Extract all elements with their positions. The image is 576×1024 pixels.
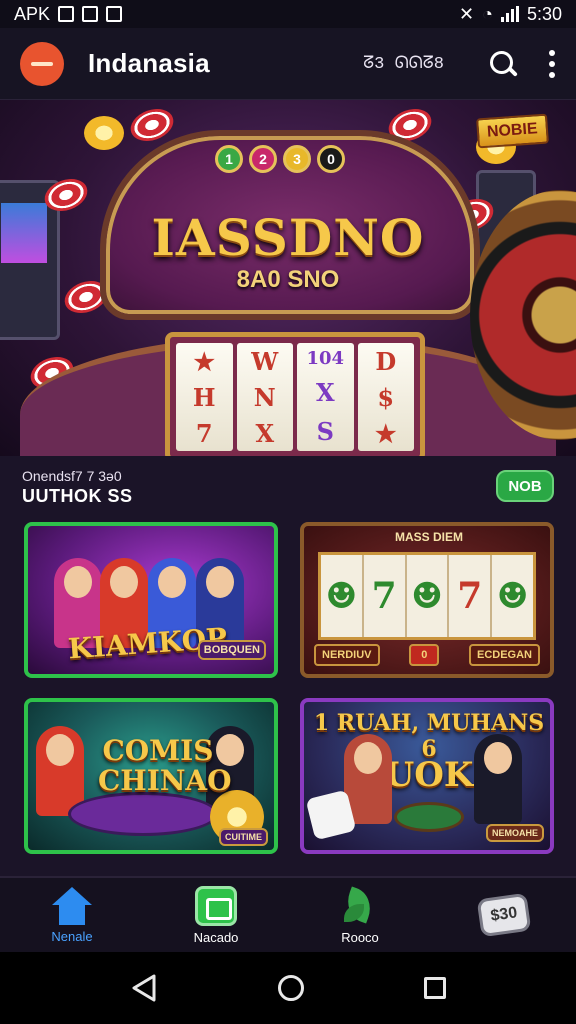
card-title: COMIS CHINAO (98, 734, 232, 797)
status-apk-text: APK (14, 3, 51, 24)
reel-symbol: $ (377, 382, 395, 412)
sign-dot: 2 (249, 145, 277, 173)
slot-reel: D $ ★ (357, 343, 414, 451)
game-table (68, 792, 218, 836)
search-icon[interactable] (488, 49, 518, 79)
reel-symbol: H (192, 382, 216, 412)
reel-symbol: 7 (449, 555, 493, 637)
reel-figure: ☻ (407, 555, 450, 637)
wifi-icon: ◔ (482, 3, 493, 24)
app-title: Indanasia (88, 48, 210, 78)
recent-apps-icon[interactable] (424, 977, 446, 999)
app-code-text: ᘔ3 ᘏᘏᘔ8 (363, 54, 444, 74)
card-badge: CUITIME (219, 828, 268, 846)
notification-image-icon (58, 6, 75, 22)
card-badge: BOBQUEN (197, 640, 266, 660)
status-bar-left: APK (14, 3, 123, 25)
status-bar-right: ✕ ◔ 5:30 (459, 4, 562, 25)
card-badge: NEMOAHE (485, 824, 544, 842)
slot-reel: ★ H 7 (176, 343, 233, 451)
nav-label: Nacado (193, 929, 239, 945)
hero-title: IASSDNO (151, 208, 425, 267)
status-bar: APK ✕ ◔ 5:30 (0, 0, 576, 28)
slot-reel: W N X (236, 343, 293, 451)
signal-icon (500, 6, 519, 22)
nav-item-home[interactable]: Nenale (0, 878, 144, 952)
card-buttons: NERDIUV 0 ECDEGAN (314, 644, 540, 666)
nav-label: Rooco (341, 929, 379, 945)
status-time: 5:30 (526, 3, 562, 24)
sign-dot: 1 (215, 145, 243, 173)
game-table (394, 802, 464, 832)
hero-banner[interactable]: 1 2 3 0 IASSDNO 8A0 SNO ★ H 7 W N X 104 … (0, 100, 576, 456)
game-card[interactable]: COMIS CHINAO CUITIME (24, 698, 278, 854)
card-title-line: CHINAO (98, 764, 232, 797)
app-bar: Indanasia ᘔ3 ᘏᘏᘔ8 (0, 28, 576, 100)
game-card[interactable]: 1 RUAH, MUHANS 6 UOK NEMOAHE (300, 698, 554, 854)
reel-symbol: D (375, 346, 397, 376)
reel-symbol: 104 (306, 347, 345, 369)
reel-symbol: ★ (193, 346, 215, 376)
gold-coin-icon (84, 116, 124, 150)
slot-reel: 104 X S (297, 343, 354, 451)
hero-subtitle: 8A0 SNO (236, 266, 340, 293)
reel-figure: ☻ (496, 575, 529, 617)
reel-symbol: N (253, 382, 276, 412)
tab-icon (195, 885, 237, 926)
card-title-line: COMIS (102, 734, 214, 767)
card-banner: MASS DIEM (394, 530, 463, 544)
reel-symbol: ★ (374, 418, 397, 448)
hero-badge: NOBIE (476, 113, 549, 149)
reel-figure: ☻ (321, 555, 364, 637)
notification-alert-icon (106, 6, 123, 22)
section-label: Onendsf7 7 3ə0 (22, 468, 122, 484)
game-card[interactable]: KIAMKOP BOBQUEN (24, 522, 278, 678)
card-button-mid[interactable]: 0 (409, 644, 440, 666)
reel-symbol: 7 (195, 418, 213, 448)
bottom-navigation: Nenale Nacado Rooco $30 (0, 876, 576, 952)
home-icon (52, 886, 92, 925)
leaf-icon (340, 886, 380, 926)
system-navigation-bar (0, 952, 576, 1024)
reel-symbol: W (251, 346, 279, 376)
back-icon[interactable] (130, 973, 158, 1003)
sign-dot: 0 (317, 145, 345, 173)
nav-item-tab[interactable]: Nacado (144, 878, 288, 952)
slot-reels: ★ H 7 W N X 104 X S D $ ★ (165, 332, 425, 456)
screen: APK ✕ ◔ 5:30 Indanasia ᘔ3 ᘏᘏᘔ8 1 2 3 0 I… (0, 0, 576, 1024)
reel-symbol: X (315, 378, 335, 408)
nav-item-leaf[interactable]: Rooco (288, 878, 432, 952)
home-circle-icon[interactable] (278, 975, 304, 1001)
slot-reels: ☻ 7 ☻ 7 ☻ (318, 552, 536, 640)
card-button-right[interactable]: ECDEGAN (468, 644, 540, 666)
reel-symbol: S (316, 417, 334, 447)
dice-icon: $30 (476, 892, 532, 938)
card-button-left[interactable]: NERDIUV (314, 644, 380, 666)
more-options-icon[interactable] (548, 49, 556, 78)
nav-item-dice[interactable]: $30 (432, 878, 576, 952)
sign-number-dots: 1 2 3 0 (215, 145, 345, 173)
nav-label: Nenale (51, 928, 93, 944)
sign-dot: 3 (283, 145, 311, 173)
reel-symbol: 7 (364, 555, 407, 637)
section-title: UUTHOK SS (22, 486, 133, 506)
app-logo-icon[interactable] (20, 41, 64, 86)
reel-symbol: X (255, 418, 275, 448)
game-card[interactable]: MASS DIEM ☻ 7 ☻ 7 ☻ NERDIUV 0 ECDEGAN (300, 522, 554, 678)
mute-icon: ✕ (458, 3, 475, 24)
character-figure (474, 734, 522, 824)
more-button[interactable]: NOB (496, 470, 554, 502)
notification-play-icon (82, 6, 99, 22)
games-section: Onendsf7 7 3ə0 UUTHOK SS NOB KIAMKOP BOB… (0, 456, 576, 876)
